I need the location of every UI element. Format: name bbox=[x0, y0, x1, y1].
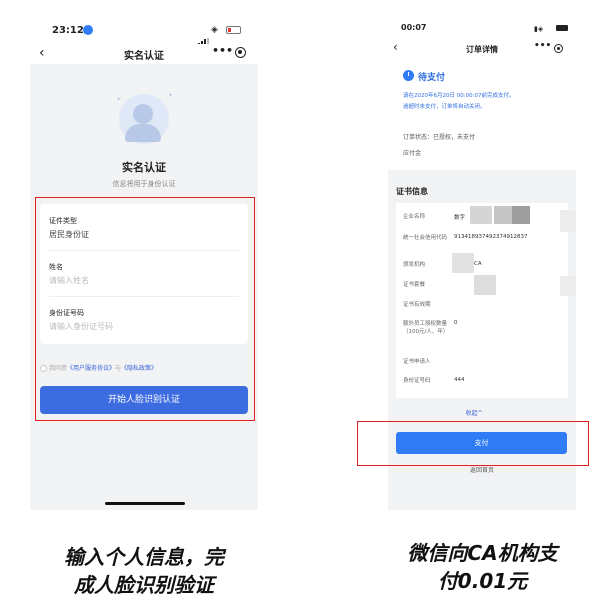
cert-row-value: 0 bbox=[454, 320, 458, 326]
avatar-body bbox=[125, 124, 161, 142]
nav-bar: ‹ 订单详情 ••• bbox=[388, 40, 576, 60]
battery-icon bbox=[556, 25, 568, 31]
sparkle-icon: ✦ bbox=[116, 96, 122, 103]
order-status: 订单状态：已授权，未支付 bbox=[403, 132, 475, 141]
redacted-block bbox=[494, 206, 512, 224]
heading: 实名认证 bbox=[122, 161, 166, 174]
redacted-block bbox=[512, 206, 530, 224]
order-status-card: 待支付 请在2020年6月20日 00:00:07前完成支付。 逾超时未支付，订… bbox=[388, 60, 576, 170]
subheading: 信息将用于身份认证 bbox=[112, 180, 176, 188]
redacted-block bbox=[470, 206, 492, 224]
pay-timeout-hint: 逾超时未支付，订单将自动关闭。 bbox=[403, 104, 486, 110]
cert-row-key: 证书申请人 bbox=[403, 359, 431, 365]
close-miniprogram-icon[interactable] bbox=[235, 47, 246, 58]
amount-label: 应付金 bbox=[403, 150, 422, 157]
order-status-value: 已授权，未支付 bbox=[433, 134, 476, 141]
cert-info-card: 企业名称 数字 统一社会信用代码 913418937492374912837 颁… bbox=[396, 203, 568, 398]
cert-row-value: 913418937492374912837 bbox=[454, 234, 528, 240]
right-caption-line2: 付0.01元 bbox=[437, 569, 528, 593]
clock-icon bbox=[403, 70, 414, 81]
cert-row-key: 证书有效期 bbox=[403, 302, 431, 308]
wifi-icon: ◈ bbox=[211, 25, 218, 35]
left-caption: 输入个人信息，完 成人脸识别验证 bbox=[30, 543, 258, 599]
highlight-box bbox=[357, 421, 589, 466]
back-home-link[interactable]: 返回首页 bbox=[388, 465, 576, 474]
left-caption-line1: 输入个人信息，完 bbox=[64, 545, 224, 569]
cert-row-value: 444 bbox=[454, 377, 465, 383]
redacted-block bbox=[560, 210, 576, 232]
cert-row-key: 额外员工授权数量（100元/人、年） bbox=[403, 321, 449, 335]
right-caption-line1: 微信向CA机构支 bbox=[407, 541, 558, 565]
left-caption-line2: 成人脸识别验证 bbox=[74, 573, 214, 597]
collapse-link[interactable]: 收起^ bbox=[388, 408, 560, 417]
pay-deadline-hint: 请在2020年6月20日 00:00:07前完成支付。 bbox=[403, 93, 515, 99]
more-icon[interactable]: ••• bbox=[534, 41, 551, 51]
cert-section-title: 证书信息 bbox=[396, 187, 428, 196]
highlight-box bbox=[35, 197, 255, 421]
battery-icon bbox=[226, 26, 241, 34]
status-bar: 23:12 ◈ bbox=[30, 16, 258, 46]
status-time: 23:12 bbox=[52, 25, 84, 36]
redacted-block bbox=[560, 276, 576, 296]
redacted-block bbox=[474, 275, 496, 295]
order-status-label: 订单状态： bbox=[403, 134, 434, 141]
status-time: 00:07 bbox=[401, 23, 427, 32]
cert-row-value: CA bbox=[474, 261, 482, 267]
cert-row-key: 企业名称 bbox=[403, 214, 426, 220]
cert-row-key: 证书套餐 bbox=[403, 282, 426, 288]
status-bar: 00:07 ▮◈ bbox=[388, 16, 576, 40]
right-caption: 微信向CA机构支 付0.01元 bbox=[375, 539, 590, 595]
cert-row-key: 统一社会信用代码 bbox=[403, 235, 448, 241]
cert-row-value: 数字 bbox=[454, 215, 466, 221]
more-icon[interactable]: ••• bbox=[212, 44, 233, 57]
pay-status: 待支付 bbox=[418, 73, 446, 83]
signal-wifi-icon: ▮◈ bbox=[534, 25, 544, 33]
avatar-head bbox=[133, 104, 153, 124]
nav-bar: ‹ 实名认证 ••• bbox=[30, 44, 258, 64]
cert-row-key: 颁发机构 bbox=[403, 262, 426, 268]
cert-row-key: 身份证号码 bbox=[403, 378, 431, 384]
close-miniprogram-icon[interactable] bbox=[554, 44, 563, 53]
sparkle-icon: ✦ bbox=[168, 92, 174, 99]
home-indicator bbox=[105, 502, 185, 505]
location-icon bbox=[83, 25, 93, 35]
redacted-block bbox=[452, 253, 474, 273]
